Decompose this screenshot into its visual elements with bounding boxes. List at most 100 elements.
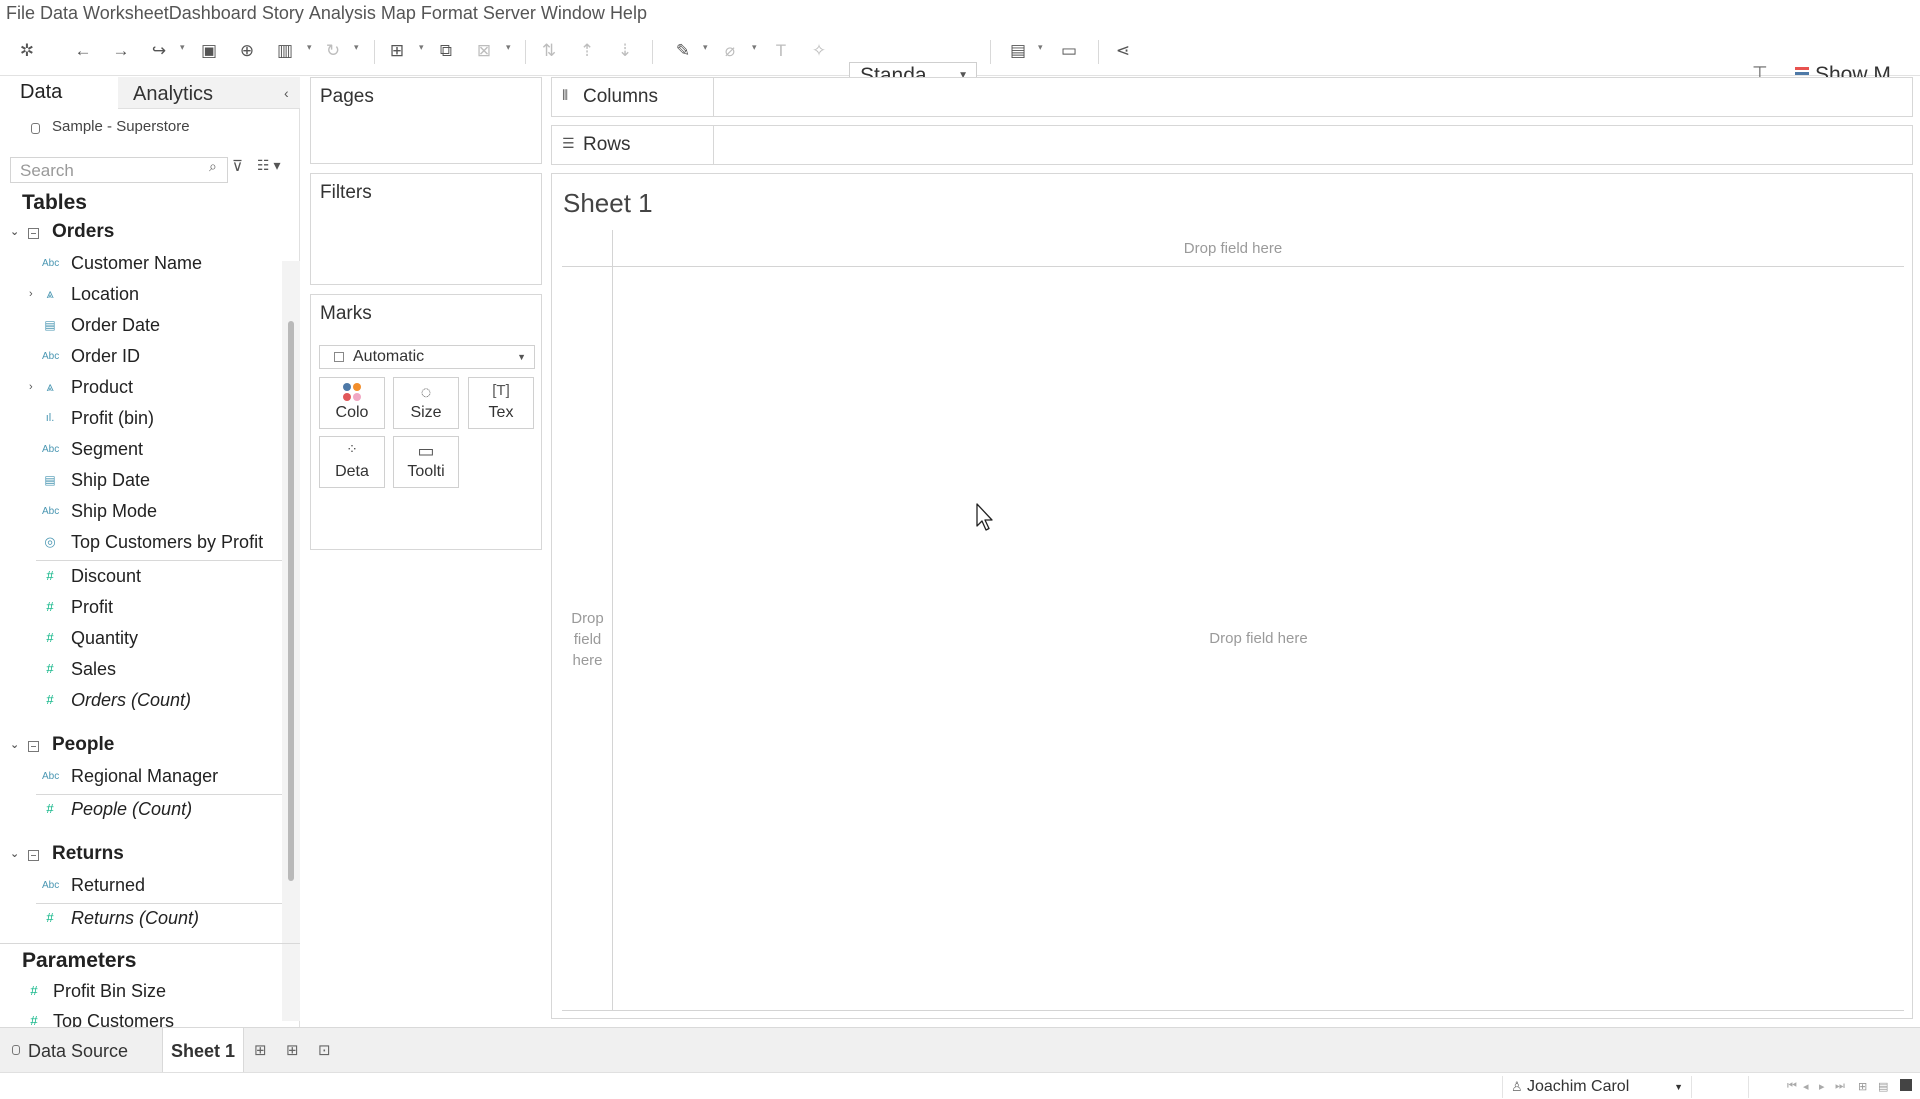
parameter-top-customers[interactable]: # Top Customers [0, 1010, 282, 1027]
back-icon[interactable]: ← [70, 38, 96, 64]
pause-updates-icon[interactable]: ▥ [272, 38, 298, 64]
user-menu[interactable]: ♙ Joachim Carol ▼ [1502, 1076, 1692, 1098]
tab-analytics[interactable]: Analytics [118, 77, 300, 109]
field-segment[interactable]: Abc Segment [0, 438, 282, 464]
scrollbar-thumb[interactable] [288, 321, 294, 881]
field-order-id[interactable]: Abc Order ID [0, 345, 282, 371]
menu-help[interactable]: Help [610, 3, 647, 24]
show-cards-icon[interactable]: ▤ [1005, 38, 1031, 64]
sort-ascending-icon[interactable]: ⇡ [574, 38, 600, 64]
pages-card[interactable]: Pages [310, 77, 542, 164]
tooltip-button[interactable]: ▭ Toolti [393, 436, 459, 488]
filmstrip-icon[interactable]: ▤ [1878, 1080, 1888, 1093]
field-regional-manager[interactable]: Abc Regional Manager [0, 765, 282, 791]
pause-caret-icon[interactable]: ▾ [307, 42, 312, 53]
new-worksheet-icon[interactable]: ⊞ [384, 38, 410, 64]
field-discount[interactable]: # Discount [0, 565, 282, 591]
menu-map[interactable]: Map [381, 3, 416, 24]
show-cards-caret-icon[interactable]: ▾ [1038, 42, 1043, 53]
columns-shelf[interactable]: ⦀ Columns [551, 77, 1913, 117]
mark-type-dropdown[interactable]: Automatic ▼ [319, 345, 535, 369]
sheet-sorter-icon[interactable]: ⊞ [1858, 1080, 1867, 1093]
chevron-right-icon[interactable]: › [29, 288, 33, 300]
tab-data-source[interactable]: Data Source [0, 1028, 162, 1073]
menu-server[interactable]: Server [483, 3, 536, 24]
size-button[interactable]: ◌ Size [393, 377, 459, 429]
field-ship-mode[interactable]: Abc Ship Mode [0, 500, 282, 526]
column-drop-zone[interactable]: Drop field here [562, 230, 1904, 267]
filter-icon[interactable]: ⊽ [232, 157, 243, 175]
chevron-down-icon[interactable]: ⌄ [10, 738, 19, 751]
sort-descending-icon[interactable]: ⇣ [612, 38, 638, 64]
field-returned[interactable]: Abc Returned [0, 874, 282, 900]
color-button[interactable]: Colo [319, 377, 385, 429]
menu-worksheet[interactable]: Worksheet [83, 3, 169, 24]
rows-shelf[interactable]: ☰ Rows [551, 125, 1913, 165]
field-top-customers-by-profit[interactable]: ◎ Top Customers by Profit [0, 531, 282, 557]
view-options-icon[interactable]: ☷ ▾ [257, 157, 280, 174]
chevron-down-icon[interactable]: ⌄ [10, 225, 19, 238]
sheet-title[interactable]: Sheet 1 [563, 188, 653, 219]
row-drop-zone[interactable]: Drop field here [562, 230, 613, 1010]
field-orders-count[interactable]: # Orders (Count) [0, 689, 282, 715]
chevron-down-icon[interactable]: ⌄ [10, 847, 19, 860]
field-people-count[interactable]: # People (Count) [0, 798, 282, 824]
table-returns[interactable]: ⌄ Returns [0, 843, 282, 869]
forward-icon[interactable]: → [108, 38, 134, 64]
duplicate-sheet-icon[interactable]: ⧉ [433, 38, 459, 64]
highlight-icon[interactable]: ✎ [670, 38, 696, 64]
menu-dashboard[interactable]: Dashboard [169, 3, 257, 24]
refresh-icon[interactable]: ↻ [320, 38, 346, 64]
search-input[interactable]: Search [10, 157, 228, 183]
tab-sheet-1[interactable]: Sheet 1 [162, 1028, 244, 1073]
new-datasource-icon[interactable]: ⊕ [234, 38, 260, 64]
previous-sheet-icon[interactable]: ◂ [1803, 1080, 1809, 1093]
fix-axes-icon[interactable]: ✧ [806, 38, 832, 64]
swap-axes-icon[interactable]: ⇅ [536, 38, 562, 64]
menu-file[interactable]: File [6, 3, 35, 24]
field-order-date[interactable]: ▤ Order Date [0, 314, 282, 340]
field-profit-bin[interactable]: ıl. Profit (bin) [0, 407, 282, 433]
refresh-caret-icon[interactable]: ▾ [354, 42, 359, 53]
field-ship-date[interactable]: ▤ Ship Date [0, 469, 282, 495]
collapse-pane-icon[interactable]: ‹ [284, 85, 289, 101]
filters-card[interactable]: Filters [310, 173, 542, 285]
menu-data[interactable]: Data [40, 3, 78, 24]
new-worksheet-icon[interactable]: ⊞ [254, 1041, 267, 1059]
next-sheet-icon[interactable]: ▸ [1819, 1080, 1825, 1093]
show-mark-labels-icon[interactable]: T [768, 38, 794, 64]
redo-caret-icon[interactable]: ▾ [180, 42, 185, 53]
field-quantity[interactable]: # Quantity [0, 627, 282, 653]
save-icon[interactable]: ▣ [196, 38, 222, 64]
group-caret-icon[interactable]: ▾ [752, 42, 757, 53]
redo-icon[interactable]: ↪ [146, 38, 172, 64]
menu-window[interactable]: Window [541, 3, 605, 24]
field-profit[interactable]: # Profit [0, 596, 282, 622]
worksheet-view[interactable]: Sheet 1 Drop field here Drop field here … [551, 173, 1913, 1019]
field-returns-count[interactable]: # Returns (Count) [0, 907, 282, 933]
presentation-mode-icon[interactable]: ▭ [1056, 38, 1082, 64]
tab-data[interactable]: Data [0, 77, 118, 109]
datasource-item[interactable]: Sample - Superstore [0, 115, 282, 141]
clear-sheet-icon[interactable]: ⊠ [471, 38, 497, 64]
menu-analysis[interactable]: Analysis [309, 3, 376, 24]
detail-button[interactable]: ⁘ Deta [319, 436, 385, 488]
field-customer-name[interactable]: Abc Customer Name [0, 252, 282, 278]
search-icon[interactable]: ⌕ [209, 158, 217, 175]
field-sales[interactable]: # Sales [0, 658, 282, 684]
highlight-caret-icon[interactable]: ▾ [703, 42, 708, 53]
new-story-icon[interactable]: ⊡ [318, 1041, 331, 1059]
tableau-logo-icon[interactable]: ✲ [14, 38, 40, 64]
tabs-view-icon[interactable] [1900, 1079, 1912, 1091]
new-dashboard-icon[interactable]: ⊞ [286, 1041, 299, 1059]
last-sheet-icon[interactable]: ⏭ [1835, 1080, 1845, 1093]
parameter-profit-bin-size[interactable]: # Profit Bin Size [0, 980, 282, 1006]
field-product[interactable]: › ⩓ Product [0, 376, 282, 402]
menu-format[interactable]: Format [421, 3, 478, 24]
group-members-icon[interactable]: ⌀ [717, 38, 743, 64]
chevron-right-icon[interactable]: › [29, 381, 33, 393]
share-icon[interactable]: ⋖ [1110, 38, 1136, 64]
menu-story[interactable]: Story [262, 3, 304, 24]
field-location[interactable]: › ⩓ Location [0, 283, 282, 309]
table-orders[interactable]: ⌄ Orders [0, 221, 282, 247]
